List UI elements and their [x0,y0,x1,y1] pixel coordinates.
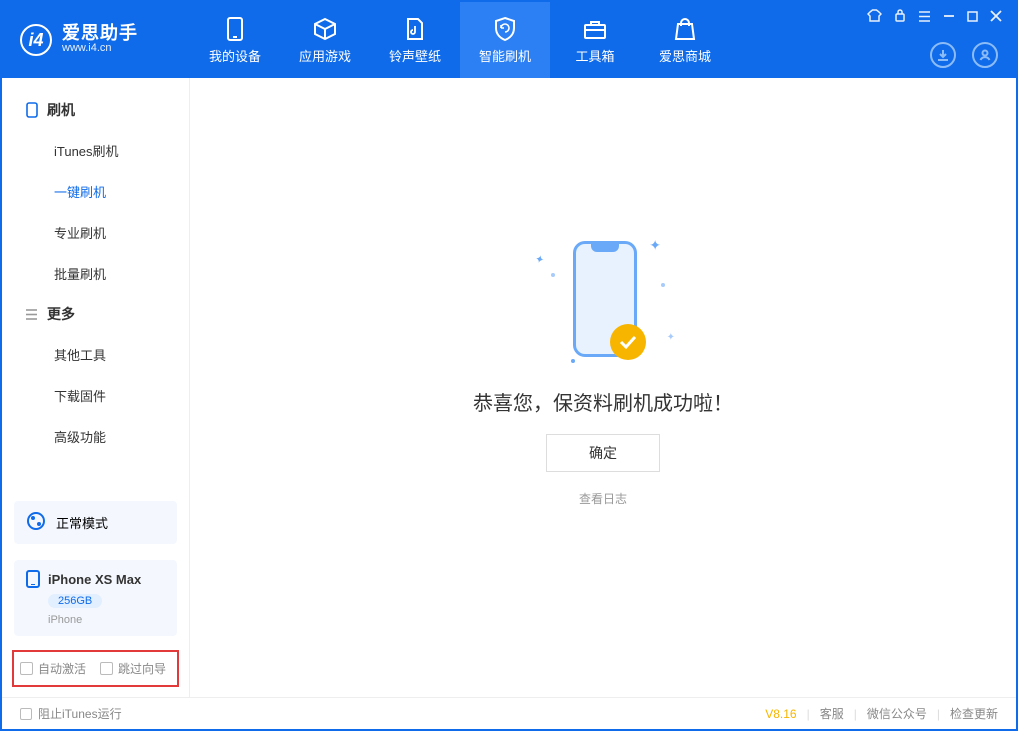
device-mode-box[interactable]: 正常模式 [14,501,177,544]
device-name: iPhone XS Max [48,572,141,587]
footer-link-support[interactable]: 客服 [820,705,844,722]
nav-label: 爱思商城 [659,46,711,65]
checkbox-block-itunes[interactable]: 阻止iTunes运行 [20,705,122,722]
toolbox-icon [582,16,608,42]
checkbox-icon [100,662,113,675]
shopping-bag-icon [672,16,698,42]
device-phone-icon [26,570,40,588]
tab-apps-games[interactable]: 应用游戏 [280,2,370,78]
sparkle-icon: ✦ [649,237,661,254]
footer-link-check-update[interactable]: 检查更新 [950,705,998,722]
tab-my-device[interactable]: 我的设备 [190,2,280,78]
sidebar-group-more: 更多 [2,294,189,334]
sparkle-icon: ✦ [667,332,675,343]
phone-illustration-icon [573,241,637,357]
download-button[interactable] [930,42,956,68]
list-icon [24,309,39,320]
maximize-button[interactable] [967,9,978,25]
checkbox-auto-activate[interactable]: 自动激活 [20,660,86,677]
dot-icon [661,283,665,287]
header: i4 爱思助手 www.i4.cn 我的设备 应用游戏 铃声壁纸 智能刷机 [2,2,1016,78]
sidebar-group-title: 刷机 [47,100,75,120]
success-message: 恭喜您，保资料刷机成功啦！ [473,387,733,416]
nav-label: 智能刷机 [479,46,531,65]
nav-label: 我的设备 [209,46,261,65]
mode-icon [26,511,46,534]
sidebar-item-pro-flash[interactable]: 专业刷机 [2,212,189,253]
window-controls [867,8,1002,25]
checkbox-skip-guide[interactable]: 跳过向导 [100,660,166,677]
view-log-link[interactable]: 查看日志 [579,490,627,507]
sidebar-group-title: 更多 [47,304,75,324]
dot-icon [551,273,555,277]
status-bar: 阻止iTunes运行 V8.16 | 客服 | 微信公众号 | 检查更新 [2,697,1016,729]
tab-ringtones-wallpapers[interactable]: 铃声壁纸 [370,2,460,78]
sidebar-item-batch-flash[interactable]: 批量刷机 [2,253,189,294]
dot-icon [571,359,575,363]
phone-icon [222,16,248,42]
nav-label: 工具箱 [575,46,614,65]
sidebar-item-download-firmware[interactable]: 下载固件 [2,375,189,416]
phone-outline-icon [24,102,39,118]
lock-icon[interactable] [894,8,906,25]
footer-link-wechat[interactable]: 微信公众号 [867,705,927,722]
nav-tabs: 我的设备 应用游戏 铃声壁纸 智能刷机 工具箱 爱思商城 [190,2,730,78]
checkbox-label: 阻止iTunes运行 [38,705,122,722]
version-label: V8.16 [765,707,796,721]
checkbox-label: 自动激活 [38,660,86,677]
tab-toolbox[interactable]: 工具箱 [550,2,640,78]
main-content: ✦ ✦ ✦ 恭喜您，保资料刷机成功啦！ 确定 查看日志 [190,78,1016,697]
app-logo[interactable]: i4 爱思助手 www.i4.cn [2,2,190,78]
body: 刷机 iTunes刷机 一键刷机 专业刷机 批量刷机 更多 其他工具 下载固件 … [2,78,1016,697]
minimize-button[interactable] [943,9,955,25]
device-type: iPhone [48,614,165,626]
sparkle-icon: ✦ [533,252,545,267]
sidebar-item-advanced[interactable]: 高级功能 [2,416,189,457]
sidebar-options-highlight: 自动激活 跳过向导 [12,650,179,687]
mode-label: 正常模式 [56,513,108,532]
ok-button[interactable]: 确定 [546,434,660,472]
app-window: i4 爱思助手 www.i4.cn 我的设备 应用游戏 铃声壁纸 智能刷机 [0,0,1018,731]
music-file-icon [402,16,428,42]
success-illustration: ✦ ✦ ✦ [533,229,673,369]
sidebar-item-itunes-flash[interactable]: iTunes刷机 [2,130,189,171]
logo-icon: i4 [20,24,52,56]
device-capacity: 256GB [48,594,102,608]
nav-label: 应用游戏 [299,46,351,65]
device-info-box[interactable]: iPhone XS Max 256GB iPhone [14,560,177,636]
tshirt-icon[interactable] [867,9,882,25]
sidebar-group-flash: 刷机 [2,90,189,130]
app-name: 爱思助手 [62,24,138,42]
app-domain: www.i4.cn [62,42,138,55]
cube-icon [312,16,338,42]
nav-label: 铃声壁纸 [389,46,441,65]
shield-refresh-icon [492,16,518,42]
close-button[interactable] [990,9,1002,25]
checkbox-icon [20,662,33,675]
check-badge-icon [610,324,646,360]
sidebar-item-other-tools[interactable]: 其他工具 [2,334,189,375]
tab-smart-flash[interactable]: 智能刷机 [460,2,550,78]
menu-icon[interactable] [918,9,931,25]
sidebar-item-one-click-flash[interactable]: 一键刷机 [2,171,189,212]
tab-store[interactable]: 爱思商城 [640,2,730,78]
sidebar: 刷机 iTunes刷机 一键刷机 专业刷机 批量刷机 更多 其他工具 下载固件 … [2,78,190,697]
user-button[interactable] [972,42,998,68]
success-panel: ✦ ✦ ✦ 恭喜您，保资料刷机成功啦！ 确定 查看日志 [473,229,733,507]
checkbox-icon [20,708,32,720]
checkbox-label: 跳过向导 [118,660,166,677]
